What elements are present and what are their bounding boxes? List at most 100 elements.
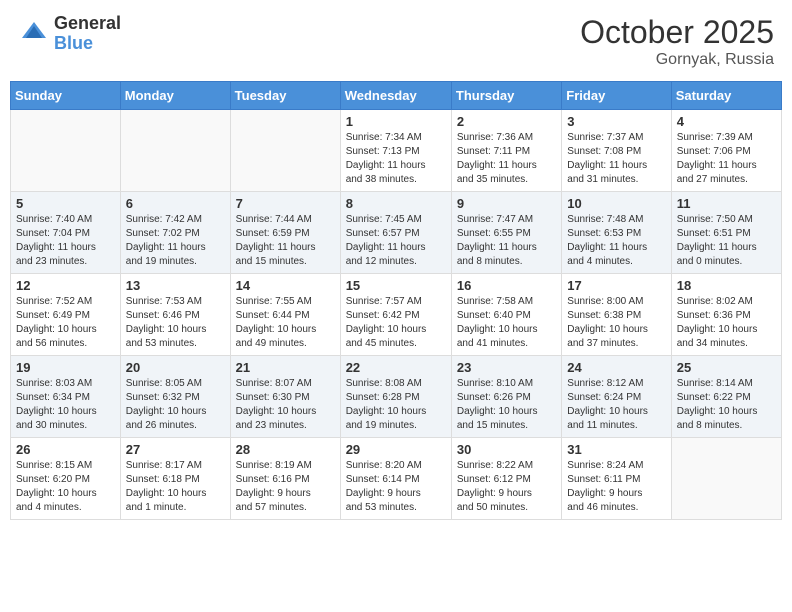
calendar-day-cell: 18Sunrise: 8:02 AM Sunset: 6:36 PM Dayli… bbox=[671, 274, 781, 356]
calendar-day-cell: 19 Sunrise: 8:03 AM Sunset: 6:34 PM Dayli… bbox=[11, 356, 121, 438]
calendar-day-cell: 28 Sunrise: 8:19 AM Sunset: 6:16 PM Dayli… bbox=[230, 438, 340, 520]
day-info: Sunrise: 7:58 AM Sunset: 6:40 PM Dayligh… bbox=[457, 295, 556, 351]
calendar-week-row: 1 Sunrise: 7:34 AM Sunset: 7:13 PM Daylig… bbox=[11, 110, 782, 192]
day-number: 13 bbox=[126, 278, 225, 293]
day-number: 31 bbox=[567, 442, 665, 457]
day-number: 5 bbox=[16, 196, 115, 211]
calendar-day-cell: 27Sunrise: 8:17 AM Sunset: 6:18 PM Dayli… bbox=[120, 438, 230, 520]
day-info: Sunrise: 7:36 AM Sunset: 7:11 PM Dayligh… bbox=[457, 131, 556, 187]
day-info: Sunrise: 8:22 AM Sunset: 6:12 PM Dayligh… bbox=[457, 459, 556, 515]
day-info: Sunrise: 8:05 AM Sunset: 6:32 PM Dayligh… bbox=[126, 377, 225, 433]
day-info: Sunrise: 7:34 AM Sunset: 7:13 PM Dayligh… bbox=[346, 131, 446, 187]
logo-icon bbox=[18, 18, 50, 50]
calendar-day-cell: 24 Sunrise: 8:12 AM Sunset: 6:24 PM Dayli… bbox=[562, 356, 671, 438]
calendar-day-cell: 21Sunrise: 8:07 AM Sunset: 6:30 PM Dayli… bbox=[230, 356, 340, 438]
day-number: 18 bbox=[677, 278, 776, 293]
calendar-day-cell: 3Sunrise: 7:37 AM Sunset: 7:08 PM Daylig… bbox=[562, 110, 671, 192]
calendar-day-cell: 1 Sunrise: 7:34 AM Sunset: 7:13 PM Daylig… bbox=[340, 110, 451, 192]
logo: General Blue bbox=[18, 14, 121, 54]
calendar-day-cell: 23 Sunrise: 8:10 AM Sunset: 6:26 PM Dayli… bbox=[451, 356, 561, 438]
day-info: Sunrise: 8:15 AM Sunset: 6:20 PM Dayligh… bbox=[16, 459, 115, 515]
logo-text: General Blue bbox=[54, 14, 121, 54]
day-info: Sunrise: 7:55 AM Sunset: 6:44 PM Dayligh… bbox=[236, 295, 335, 351]
calendar-day-cell: 6 Sunrise: 7:42 AM Sunset: 7:02 PM Daylig… bbox=[120, 192, 230, 274]
day-number: 27 bbox=[126, 442, 225, 457]
day-number: 1 bbox=[346, 114, 446, 129]
day-info: Sunrise: 8:14 AM Sunset: 6:22 PM Dayligh… bbox=[677, 377, 776, 433]
calendar-day-cell: 8 Sunrise: 7:45 AM Sunset: 6:57 PM Daylig… bbox=[340, 192, 451, 274]
day-number: 9 bbox=[457, 196, 556, 211]
weekday-header-saturday: Saturday bbox=[671, 82, 781, 110]
day-number: 8 bbox=[346, 196, 446, 211]
day-info: Sunrise: 7:37 AM Sunset: 7:08 PM Dayligh… bbox=[567, 131, 665, 187]
day-number: 15 bbox=[346, 278, 446, 293]
day-info: Sunrise: 8:19 AM Sunset: 6:16 PM Dayligh… bbox=[236, 459, 335, 515]
calendar-day-cell: 22Sunrise: 8:08 AM Sunset: 6:28 PM Dayli… bbox=[340, 356, 451, 438]
calendar-day-cell: 13 Sunrise: 7:53 AM Sunset: 6:46 PM Dayli… bbox=[120, 274, 230, 356]
day-info: Sunrise: 8:00 AM Sunset: 6:38 PM Dayligh… bbox=[567, 295, 665, 351]
calendar-day-cell: 16 Sunrise: 7:58 AM Sunset: 6:40 PM Dayli… bbox=[451, 274, 561, 356]
calendar-day-cell: 20Sunrise: 8:05 AM Sunset: 6:32 PM Dayli… bbox=[120, 356, 230, 438]
day-info: Sunrise: 7:52 AM Sunset: 6:49 PM Dayligh… bbox=[16, 295, 115, 351]
calendar-week-row: 26 Sunrise: 8:15 AM Sunset: 6:20 PM Dayli… bbox=[11, 438, 782, 520]
day-info: Sunrise: 7:42 AM Sunset: 7:02 PM Dayligh… bbox=[126, 213, 225, 269]
day-info: Sunrise: 8:12 AM Sunset: 6:24 PM Dayligh… bbox=[567, 377, 665, 433]
weekday-header-sunday: Sunday bbox=[11, 82, 121, 110]
day-number: 17 bbox=[567, 278, 665, 293]
day-info: Sunrise: 7:45 AM Sunset: 6:57 PM Dayligh… bbox=[346, 213, 446, 269]
page-header: General Blue October 2025 Gornyak, Russi… bbox=[10, 10, 782, 73]
day-info: Sunrise: 7:53 AM Sunset: 6:46 PM Dayligh… bbox=[126, 295, 225, 351]
calendar-day-cell: 10 Sunrise: 7:48 AM Sunset: 6:53 PM Dayli… bbox=[562, 192, 671, 274]
day-info: Sunrise: 7:48 AM Sunset: 6:53 PM Dayligh… bbox=[567, 213, 665, 269]
day-number: 11 bbox=[677, 196, 776, 211]
calendar-day-cell: 31Sunrise: 8:24 AM Sunset: 6:11 PM Dayli… bbox=[562, 438, 671, 520]
day-number: 23 bbox=[457, 360, 556, 375]
weekday-header-tuesday: Tuesday bbox=[230, 82, 340, 110]
calendar-week-row: 12 Sunrise: 7:52 AM Sunset: 6:49 PM Dayli… bbox=[11, 274, 782, 356]
day-number: 26 bbox=[16, 442, 115, 457]
day-number: 21 bbox=[236, 360, 335, 375]
calendar-day-cell: 4 Sunrise: 7:39 AM Sunset: 7:06 PM Daylig… bbox=[671, 110, 781, 192]
day-number: 14 bbox=[236, 278, 335, 293]
day-number: 2 bbox=[457, 114, 556, 129]
calendar-day-cell: 7 Sunrise: 7:44 AM Sunset: 6:59 PM Daylig… bbox=[230, 192, 340, 274]
day-info: Sunrise: 7:47 AM Sunset: 6:55 PM Dayligh… bbox=[457, 213, 556, 269]
day-info: Sunrise: 7:44 AM Sunset: 6:59 PM Dayligh… bbox=[236, 213, 335, 269]
day-number: 10 bbox=[567, 196, 665, 211]
day-info: Sunrise: 8:10 AM Sunset: 6:26 PM Dayligh… bbox=[457, 377, 556, 433]
weekday-header-row: SundayMondayTuesdayWednesdayThursdayFrid… bbox=[11, 82, 782, 110]
calendar-day-cell: 26 Sunrise: 8:15 AM Sunset: 6:20 PM Dayli… bbox=[11, 438, 121, 520]
day-number: 12 bbox=[16, 278, 115, 293]
calendar-week-row: 5 Sunrise: 7:40 AM Sunset: 7:04 PM Daylig… bbox=[11, 192, 782, 274]
calendar-day-cell bbox=[671, 438, 781, 520]
weekday-header-thursday: Thursday bbox=[451, 82, 561, 110]
day-number: 4 bbox=[677, 114, 776, 129]
day-number: 28 bbox=[236, 442, 335, 457]
day-number: 19 bbox=[16, 360, 115, 375]
day-info: Sunrise: 8:03 AM Sunset: 6:34 PM Dayligh… bbox=[16, 377, 115, 433]
calendar-day-cell bbox=[230, 110, 340, 192]
day-number: 22 bbox=[346, 360, 446, 375]
day-number: 16 bbox=[457, 278, 556, 293]
calendar-day-cell: 5 Sunrise: 7:40 AM Sunset: 7:04 PM Daylig… bbox=[11, 192, 121, 274]
weekday-header-monday: Monday bbox=[120, 82, 230, 110]
day-number: 25 bbox=[677, 360, 776, 375]
calendar-day-cell: 12 Sunrise: 7:52 AM Sunset: 6:49 PM Dayli… bbox=[11, 274, 121, 356]
calendar-day-cell: 17 Sunrise: 8:00 AM Sunset: 6:38 PM Dayli… bbox=[562, 274, 671, 356]
month-title: October 2025 bbox=[580, 14, 774, 51]
day-info: Sunrise: 7:40 AM Sunset: 7:04 PM Dayligh… bbox=[16, 213, 115, 269]
day-number: 24 bbox=[567, 360, 665, 375]
weekday-header-wednesday: Wednesday bbox=[340, 82, 451, 110]
calendar-day-cell: 25 Sunrise: 8:14 AM Sunset: 6:22 PM Dayli… bbox=[671, 356, 781, 438]
day-number: 30 bbox=[457, 442, 556, 457]
calendar-day-cell: 9 Sunrise: 7:47 AM Sunset: 6:55 PM Daylig… bbox=[451, 192, 561, 274]
day-number: 7 bbox=[236, 196, 335, 211]
day-number: 29 bbox=[346, 442, 446, 457]
day-number: 6 bbox=[126, 196, 225, 211]
calendar-day-cell: 14 Sunrise: 7:55 AM Sunset: 6:44 PM Dayli… bbox=[230, 274, 340, 356]
logo-general-text: General bbox=[54, 14, 121, 34]
calendar-day-cell bbox=[11, 110, 121, 192]
title-block: October 2025 Gornyak, Russia bbox=[580, 14, 774, 69]
day-info: Sunrise: 7:39 AM Sunset: 7:06 PM Dayligh… bbox=[677, 131, 776, 187]
weekday-header-friday: Friday bbox=[562, 82, 671, 110]
